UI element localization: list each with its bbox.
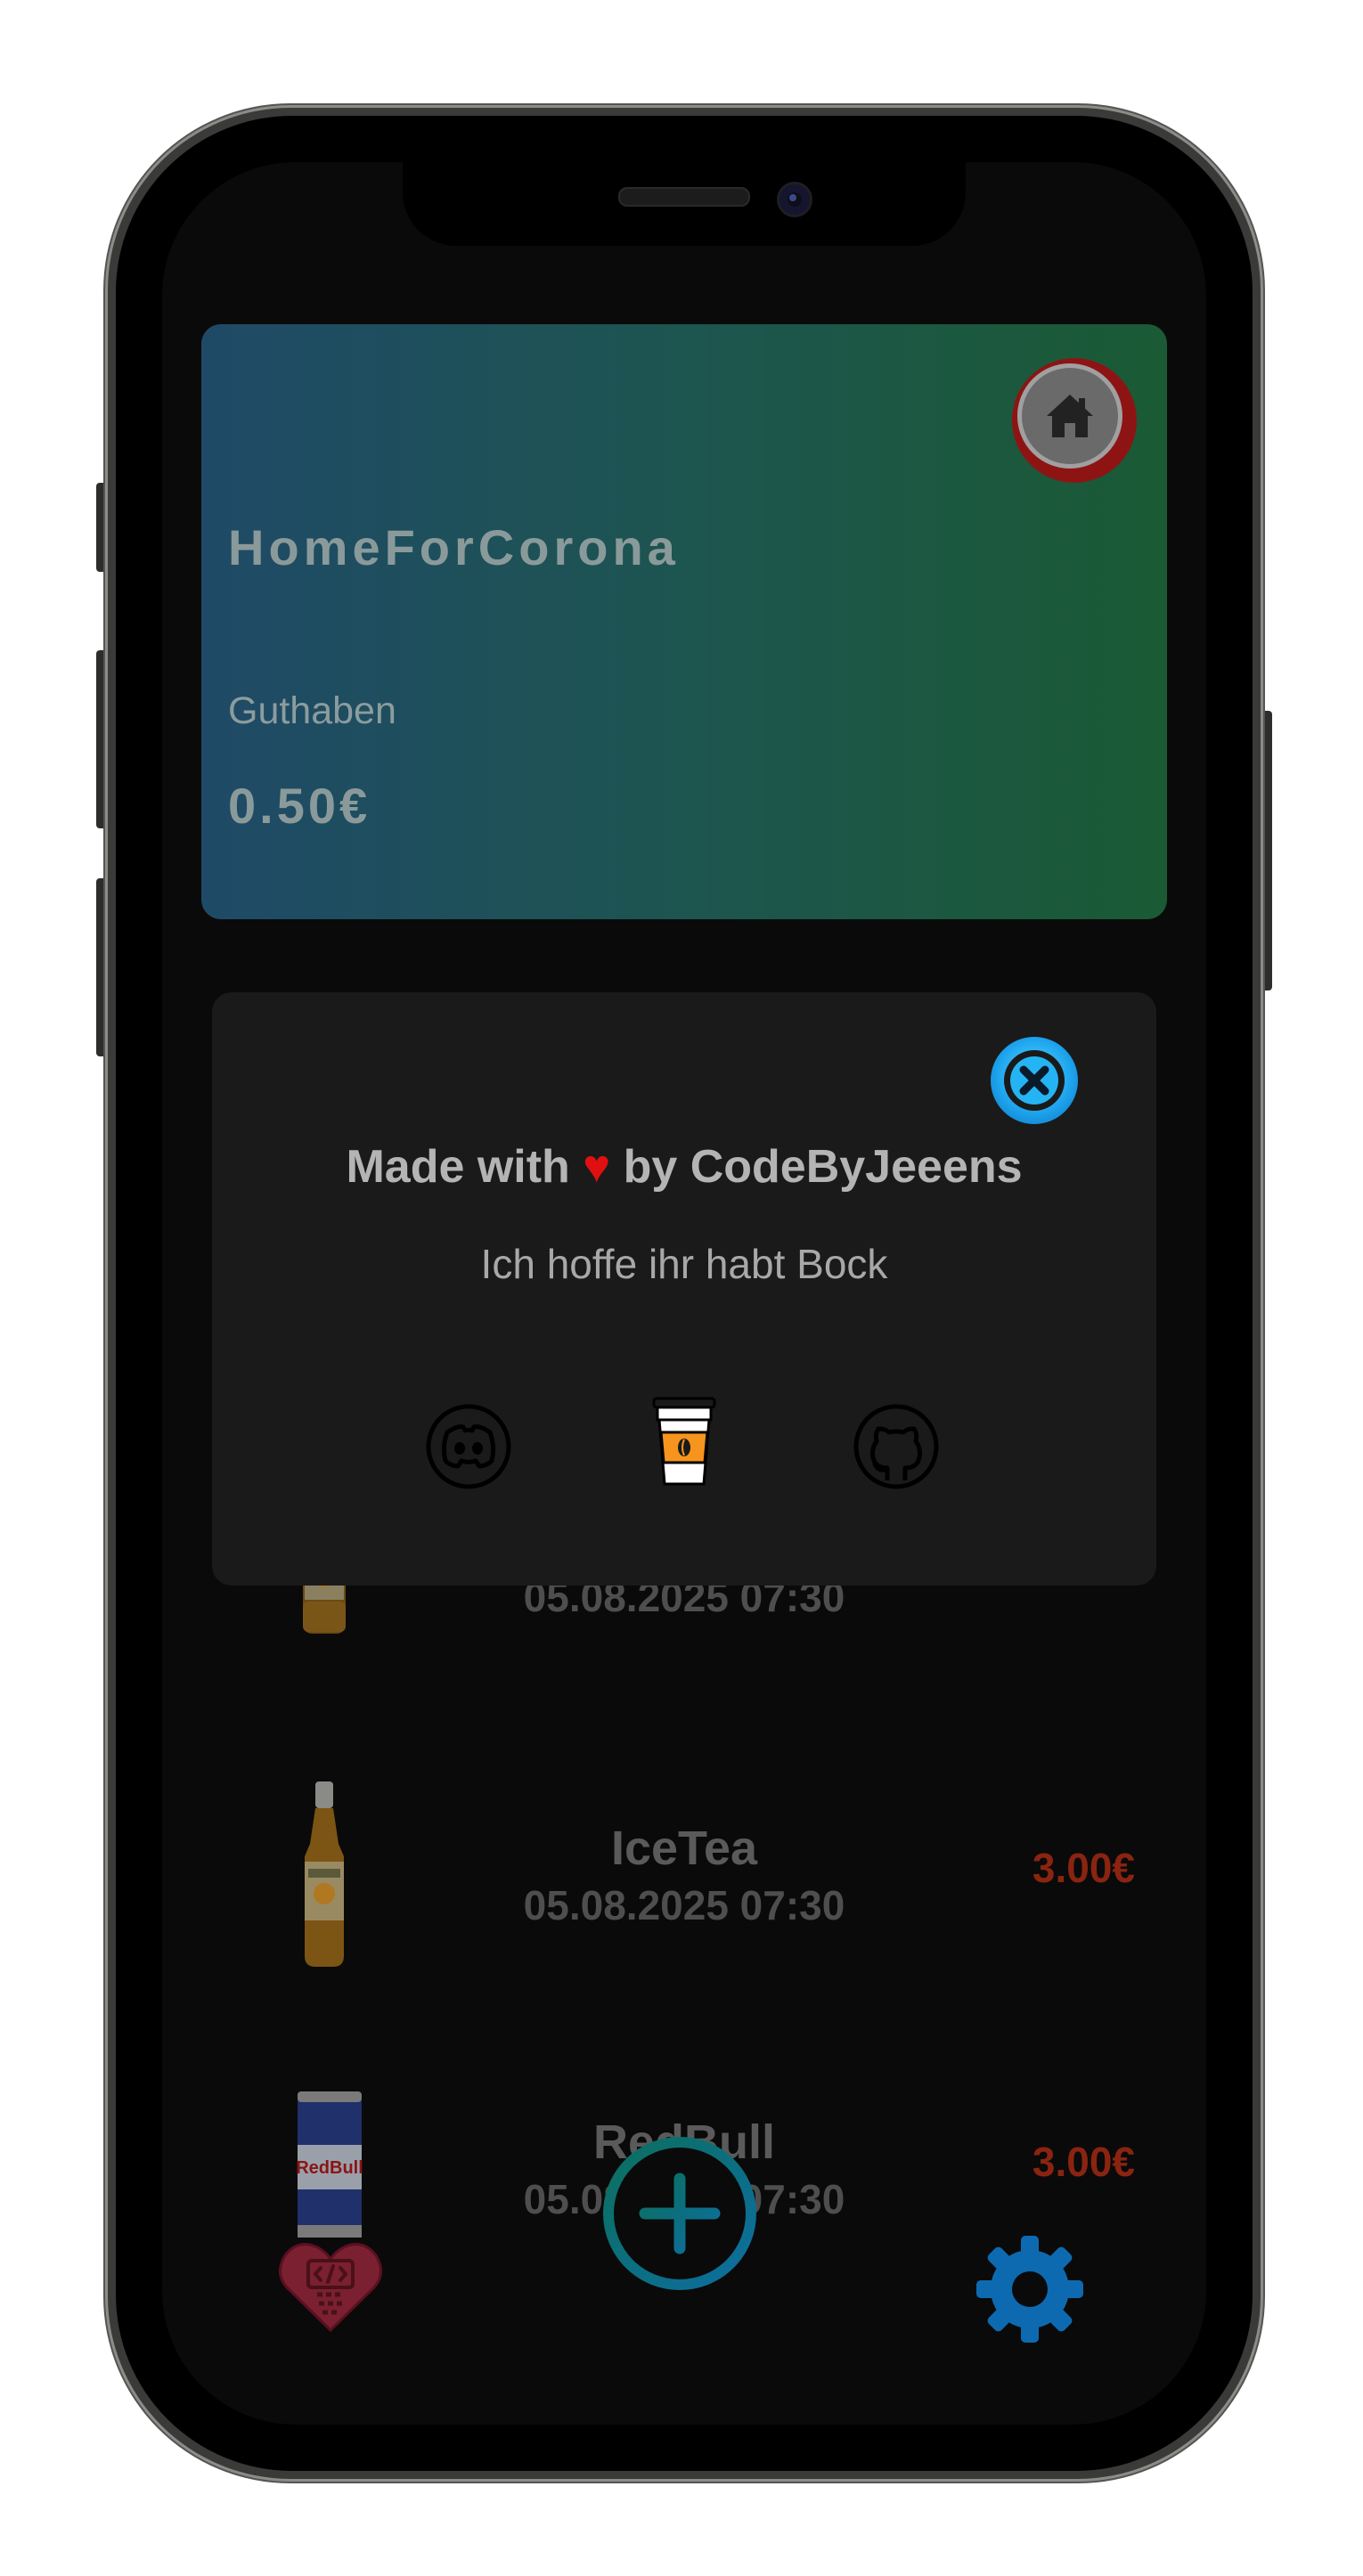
add-button[interactable]	[600, 2134, 759, 2293]
list-item[interactable]: IceTea 05.08.2025 07:30 3.00€	[162, 1781, 1206, 2017]
favorite-code-heart-icon[interactable]	[278, 2239, 383, 2334]
close-icon	[1004, 1050, 1065, 1111]
coffee-cup-icon[interactable]	[650, 1397, 718, 1489]
app-screen: 05.08.2025 07:30 IceTea 05.08.2025 07:30…	[162, 162, 1206, 2425]
heart-icon: ♥	[583, 1141, 611, 1193]
gear-icon[interactable]	[975, 2234, 1085, 2344]
account-title: HomeForCorona	[228, 519, 680, 575]
github-icon[interactable]	[852, 1402, 941, 1491]
speaker-grille	[618, 187, 750, 207]
front-camera	[777, 182, 812, 217]
transaction-price: 3.00€	[1032, 1845, 1135, 1891]
about-dialog: Made with ♥ by CodeByJeeens Ich hoffe ih…	[212, 992, 1156, 1586]
about-title-prefix: Made with	[346, 1141, 570, 1193]
account-card: HomeForCorona Guthaben 0.50€	[201, 324, 1167, 919]
close-button[interactable]	[991, 1037, 1078, 1124]
about-title: Made with ♥ by CodeByJeeens	[212, 1140, 1156, 1194]
balance-value: 0.50€	[228, 778, 371, 834]
list-item[interactable]: 05.08.2025 07:30	[162, 1539, 1206, 1767]
transaction-price: 3.00€	[1032, 2139, 1135, 2185]
about-subtitle: Ich hoffe ihr habt Bock	[480, 1241, 888, 1287]
home-button[interactable]	[1012, 358, 1137, 483]
discord-icon[interactable]	[424, 1402, 513, 1491]
about-title-suffix: by CodeByJeeens	[623, 1141, 1023, 1193]
balance-label: Guthaben	[228, 689, 396, 732]
notch	[403, 162, 966, 246]
home-button-face	[1017, 363, 1122, 469]
home-icon	[1047, 395, 1093, 437]
